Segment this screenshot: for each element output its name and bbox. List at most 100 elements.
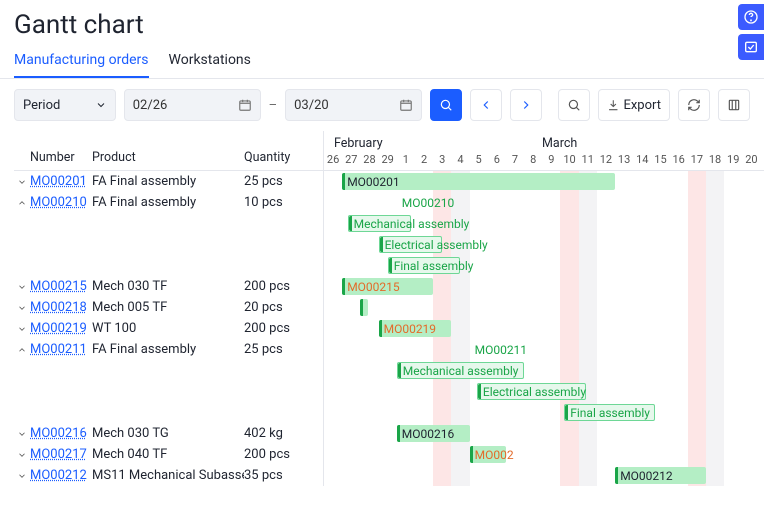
day-cell: 14 — [633, 151, 651, 170]
gantt-row: Mechanical assembly — [324, 213, 764, 234]
gantt-bar[interactable]: Mechanical assembly — [397, 362, 524, 379]
col-product[interactable]: Product — [92, 150, 244, 170]
product-name: MS11 Mechanical Subassemb — [92, 468, 244, 483]
tab-workstations[interactable]: Workstations — [169, 46, 251, 78]
day-cell: 27 — [342, 151, 360, 170]
calendar-icon — [238, 98, 252, 112]
table-row — [14, 255, 323, 276]
month-mar: March — [542, 136, 577, 151]
gantt-row: Mechanical assembly — [324, 360, 764, 381]
table-row — [14, 213, 323, 234]
month-feb: February — [334, 136, 412, 151]
filter-search-button[interactable] — [558, 89, 590, 121]
chevron-down-icon[interactable] — [14, 303, 30, 313]
chevron-down-icon[interactable] — [14, 177, 30, 187]
gantt-bar[interactable] — [360, 299, 367, 316]
order-link[interactable]: MO00212 — [30, 468, 92, 483]
help-button[interactable] — [738, 4, 764, 30]
chevron-down-icon[interactable] — [14, 324, 30, 334]
gantt-bar[interactable]: Electrical assembly — [379, 236, 443, 253]
feedback-button[interactable] — [738, 34, 764, 60]
tab-manufacturing-orders[interactable]: Manufacturing orders — [14, 46, 149, 78]
gantt-bar[interactable]: MO00216 — [397, 425, 470, 442]
export-button[interactable]: Export — [598, 89, 670, 121]
table-row — [14, 381, 323, 402]
quantity-value: 25 pcs — [244, 342, 304, 357]
gantt-bar[interactable]: Electrical assembly — [477, 383, 586, 400]
order-link[interactable]: MO00211 — [30, 342, 92, 357]
page-title: Gantt chart — [14, 10, 750, 40]
chevron-up-icon[interactable] — [14, 345, 30, 355]
date-from-input[interactable]: 02/26 — [124, 89, 261, 121]
day-cell: 17 — [688, 151, 706, 170]
chevron-down-icon[interactable] — [14, 429, 30, 439]
col-quantity[interactable]: Quantity — [244, 150, 309, 170]
day-cell: 6 — [488, 151, 506, 170]
table-row: MO00210FA Final assembly10 pcs — [14, 192, 323, 213]
order-link[interactable]: MO00216 — [30, 426, 92, 441]
gantt-bar[interactable]: MO00210 — [397, 194, 470, 211]
date-to-input[interactable]: 03/20 — [285, 89, 422, 121]
quantity-value: 402 kg — [244, 426, 304, 441]
product-name: Mech 030 TF — [92, 279, 244, 294]
bar-label: MO00210 — [402, 196, 454, 210]
chevron-down-icon[interactable] — [14, 450, 30, 460]
columns-button[interactable] — [718, 89, 750, 121]
table-row: MO00212MS11 Mechanical Subassemb35 pcs — [14, 465, 323, 486]
gantt-row: MO00210 — [324, 192, 764, 213]
gantt-row: MO002 — [324, 444, 764, 465]
gantt-bar[interactable]: MO00212 — [615, 467, 706, 484]
prev-button[interactable] — [470, 89, 502, 121]
day-cell: 18 — [706, 151, 724, 170]
date-separator: – — [269, 98, 278, 113]
gantt-bar[interactable]: MO00211 — [470, 341, 634, 358]
table-row — [14, 402, 323, 423]
day-cell: 19 — [724, 151, 742, 170]
order-link[interactable]: MO00210 — [30, 195, 92, 210]
gantt-bar[interactable]: MO002 — [470, 446, 506, 463]
product-name: Mech 030 TG — [92, 426, 244, 441]
period-select[interactable]: Period — [14, 89, 116, 121]
product-name: FA Final assembly — [92, 342, 244, 357]
day-cell: 1 — [397, 151, 415, 170]
chevron-down-icon[interactable] — [14, 471, 30, 481]
day-cell: 9 — [542, 151, 560, 170]
gantt-row: Electrical assembly — [324, 381, 764, 402]
search-button[interactable] — [430, 89, 462, 121]
bar-label: MO00215 — [347, 280, 399, 294]
product-name: Mech 005 TF — [92, 300, 244, 315]
product-name: FA Final assembly — [92, 174, 244, 189]
table-row: MO00216Mech 030 TG402 kg — [14, 423, 323, 444]
order-link[interactable]: MO00218 — [30, 300, 92, 315]
day-cell: 8 — [524, 151, 542, 170]
chevron-up-icon[interactable] — [14, 198, 30, 208]
day-cell: 26 — [324, 151, 342, 170]
order-link[interactable]: MO00215 — [30, 279, 92, 294]
bar-label: Final assembly — [570, 406, 650, 420]
bar-label: Electrical assembly — [483, 385, 586, 399]
bar-label: MO002 — [475, 448, 514, 462]
gantt-bar[interactable]: Mechanical assembly — [348, 215, 412, 232]
export-label: Export — [623, 98, 661, 113]
bar-label: MO00219 — [384, 322, 436, 336]
table-row: MO00215Mech 030 TF200 pcs — [14, 276, 323, 297]
gantt-row: Electrical assembly — [324, 234, 764, 255]
order-link[interactable]: MO00219 — [30, 321, 92, 336]
gantt-row: Final assembly — [324, 255, 764, 276]
gantt-bar[interactable]: MO00219 — [379, 320, 452, 337]
date-to-value: 03/20 — [294, 98, 329, 113]
gantt-row: Final assembly — [324, 402, 764, 423]
gantt-bar[interactable]: MO00215 — [342, 278, 433, 295]
gantt-bar[interactable]: Final assembly — [564, 404, 655, 421]
gantt-bar[interactable]: Final assembly — [388, 257, 461, 274]
bar-label: MO00211 — [475, 343, 527, 357]
chevron-down-icon[interactable] — [14, 282, 30, 292]
day-cell: 20 — [742, 151, 760, 170]
next-button[interactable] — [510, 89, 542, 121]
product-name: FA Final assembly — [92, 195, 244, 210]
col-number[interactable]: Number — [14, 150, 92, 170]
order-link[interactable]: MO00201 — [30, 174, 92, 189]
gantt-bar[interactable]: MO00201 — [342, 173, 615, 190]
refresh-button[interactable] — [678, 89, 710, 121]
order-link[interactable]: MO00217 — [30, 447, 92, 462]
